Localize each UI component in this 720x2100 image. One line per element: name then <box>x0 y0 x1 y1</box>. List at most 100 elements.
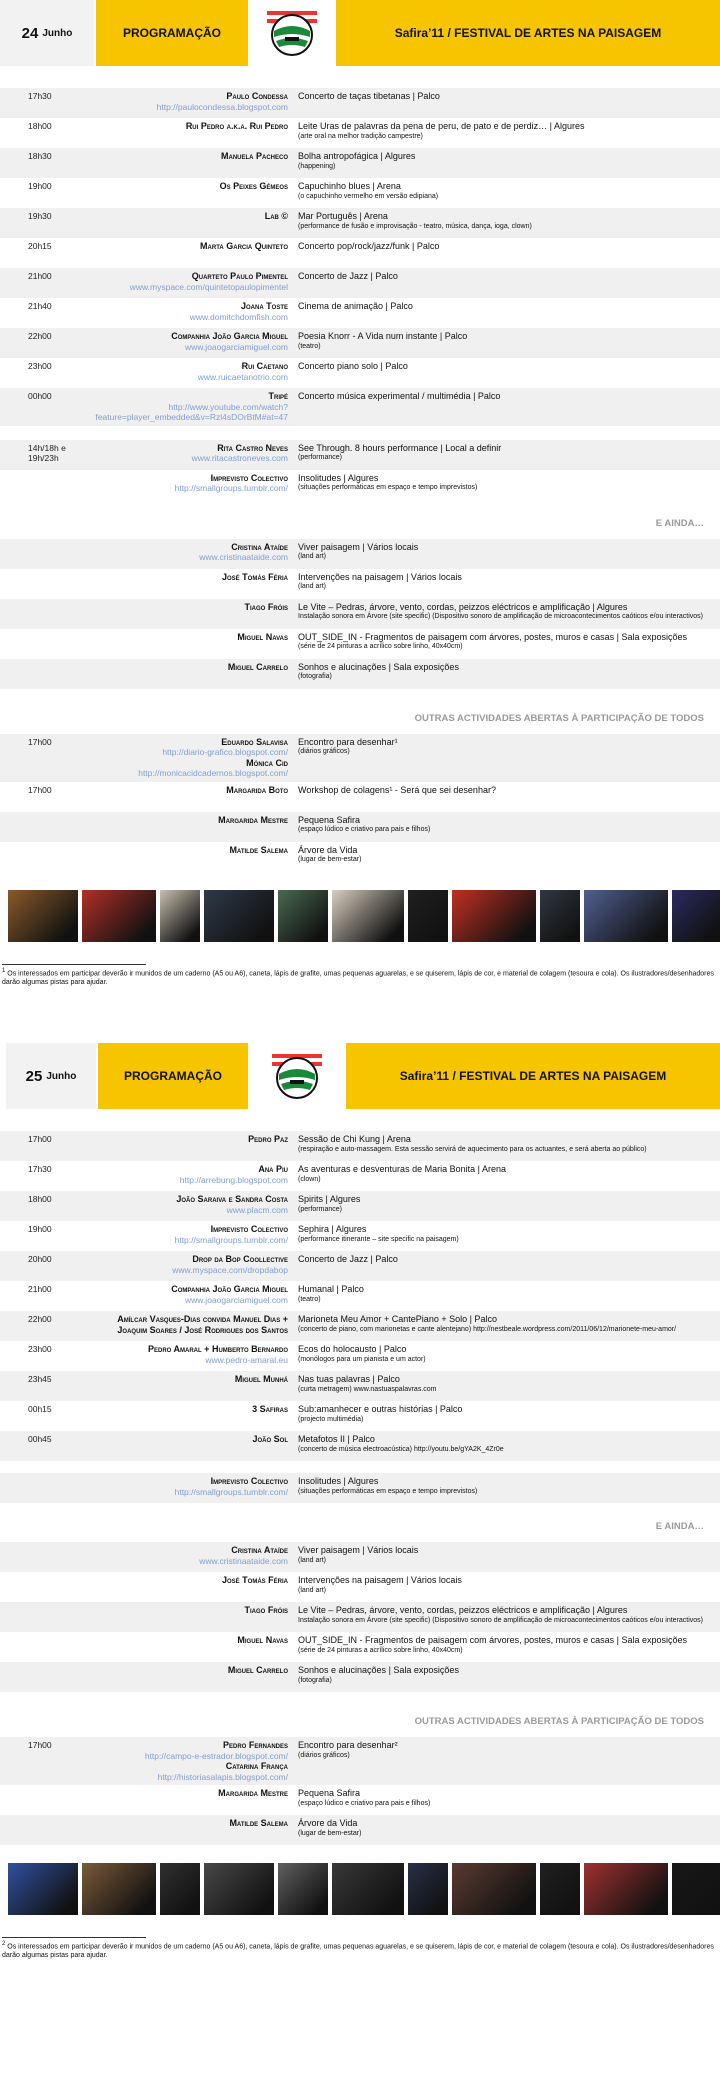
activity-title: See Through. 8 hours performance | Local… <box>298 442 502 453</box>
activity-cell: Intervenções na paisagem | Vários locais… <box>292 1572 720 1602</box>
time-cell: 21h00 <box>28 271 52 281</box>
performer-link[interactable]: http://smallgroups.tumblr.com/ <box>94 483 288 494</box>
date-month: Junho <box>46 1070 77 1082</box>
footnote-text: Os interessados em participar deverão ir… <box>2 1943 714 1960</box>
schedule-row: 21h40 Joana Toste www.domitchdomfish.com Ci… <box>0 298 720 328</box>
time-cell <box>0 659 94 689</box>
performer-link[interactable]: www.joaogarciamiguel.com <box>94 1295 288 1306</box>
performer-link[interactable]: http://historiasalapis.blogspot.com/ <box>94 1772 288 1783</box>
activity-note: (o capuchinho vermelho em versão edipian… <box>298 192 439 200</box>
performer-link[interactable]: www.ritacastroneves.com <box>94 453 288 464</box>
photo-thumbnail <box>408 889 448 942</box>
performer-link[interactable]: http://campo-e-estrador.blogspot.com/ <box>94 1751 288 1762</box>
performer-link[interactable]: www.myspace.com/dropdabop <box>94 1265 288 1276</box>
activity-cell: Sephira | Algures (performance itinerante… <box>292 1221 720 1251</box>
schedule-row: 00h00 Tripé http://www.youtube.com/watch?f… <box>0 388 720 426</box>
time-cell: 17h00 <box>28 1134 52 1144</box>
activity-cell: Mar Português | Arena (performance de fus… <box>292 208 720 238</box>
time-cell: 22h00 <box>28 331 52 341</box>
performer-cell: Rui Caetano www.ruicaetanotrio.com <box>94 358 292 388</box>
performer-link[interactable]: http://diario-grafico.blogspot.com/ <box>94 747 288 758</box>
activity-note: (land art) <box>298 583 327 590</box>
performer-name: Matilde Salema <box>229 1818 288 1828</box>
time-cell <box>0 1632 94 1662</box>
activity-note: (land art) <box>298 1556 327 1564</box>
time-cell: 23h00 <box>28 361 52 371</box>
performer-name: Cristina Ataíde <box>231 1545 288 1555</box>
performer-link[interactable]: http://smallgroups.tumblr.com/ <box>94 1235 288 1246</box>
activity-cell: Cinema de animação | Palco <box>292 298 720 328</box>
performer-cell: Tiago Fróis <box>94 1602 292 1632</box>
performer-link[interactable]: www.myspace.com/quintetopaulopimentel <box>94 282 288 293</box>
performer-link[interactable]: http://www.youtube.com/watch?feature=pla… <box>94 402 288 423</box>
schedule-row: 19h00 Imprevisto Colectivo http://smallgro… <box>0 1221 720 1251</box>
performer-name: Rui Pedro a.k.a. Rui Pedro <box>185 121 288 131</box>
schedule-row: Margarida Mestre Pequena Safira (espaço lú… <box>0 811 720 842</box>
activity-cell: Viver paisagem | Vários locais (land art) <box>292 1542 720 1572</box>
performer-cell: Miguel Munhá <box>94 1371 292 1401</box>
activity-title: Concerto de Jazz | Palco <box>298 271 398 281</box>
festival-logo <box>250 0 334 66</box>
schedule-row: 17h00 Eduardo Salavisa http://diario-grafi… <box>0 733 720 782</box>
performer-link[interactable]: www.pedro-amaral.eu <box>94 1355 288 1366</box>
performer-cell: Miguel Navas <box>94 629 292 659</box>
performer-name: Joana Toste <box>240 301 288 311</box>
performer-cell: João Saraiva e Sandra Costa www.placm.com <box>94 1191 292 1221</box>
performer-link[interactable]: www.ruicaetanotrio.com <box>94 372 288 383</box>
festival-logo-icon <box>272 1054 322 1099</box>
photo-thumbnail <box>278 889 328 942</box>
activity-note: (série de 24 pinturas a acrílico sobre l… <box>298 643 463 650</box>
performer-name: Lab © <box>264 211 288 221</box>
activity-cell: Marioneta Meu Amor + CantePiano + Solo |… <box>292 1311 720 1341</box>
schedule-row: 19h30 Lab © Mar Português | Arena (performa… <box>0 208 720 238</box>
activity-title: Viver paisagem | Vários locais <box>298 1545 419 1555</box>
photo-thumbnail <box>540 889 580 942</box>
schedule-row: 23h45 Miguel Munhá Nas tuas palavras | Pal… <box>0 1371 720 1401</box>
time-cell: 19h30 <box>28 211 52 221</box>
activity-note: (fotografia) <box>298 1676 332 1684</box>
performer-name: Imprevisto Colectivo <box>210 1224 288 1234</box>
programacao-label: PROGRAMAÇÃO <box>96 0 248 66</box>
photo-thumbnail <box>584 889 668 942</box>
performer-cell: Matilde Salema <box>94 842 292 872</box>
performer-cell: Manuela Pacheco <box>94 148 292 178</box>
performer-link[interactable]: http://paulocondessa.blogspot.com <box>94 102 288 113</box>
schedule-row: Miguel Carrelo Sonhos e alucinações | Sal… <box>0 1662 720 1692</box>
activity-title: Árvore da Vida <box>298 1818 358 1828</box>
performer-cell: Companhia João Garcia Miguel www.joaogarc… <box>94 328 292 358</box>
day-header: 25 Junho PROGRAMAÇÃO Safira’11 / FESTIVA… <box>0 1043 720 1109</box>
performer-link[interactable]: www.joaogarciamiguel.com <box>94 342 288 353</box>
performer-link[interactable]: http://monicacidcadernos.blogspot.com/ <box>94 768 288 779</box>
time-cell <box>0 539 94 569</box>
activity-title: Encontro para desenhar¹ <box>298 736 398 747</box>
performer-link[interactable]: http://smallgroups.tumblr.com/ <box>94 1487 288 1498</box>
date-box: 24 Junho <box>0 0 94 66</box>
activity-cell: Pequena Safira (espaço lúdico e criativo … <box>292 1785 720 1815</box>
photo-strip <box>0 889 720 942</box>
schedule-row: 00h45 João Sol Metafotos II | Palco (concer… <box>0 1431 720 1461</box>
schedule-row: Imprevisto Colectivo http://smallgroups.t… <box>0 470 720 500</box>
performer-link[interactable]: http://arrebung.blogspot.com <box>94 1175 288 1186</box>
time-cell <box>0 599 94 629</box>
performer-cell: José Tomás Féria <box>94 1572 292 1602</box>
time-cell <box>0 1815 94 1845</box>
performer-link[interactable]: www.cristinaataide.com <box>94 1556 288 1567</box>
performer-cell: Miguel Navas <box>94 1632 292 1662</box>
performer-name: Quarteto Paulo Pimentel <box>191 271 288 281</box>
performer-link[interactable]: www.domitchdomfish.com <box>94 312 288 323</box>
activity-cell: OUT_SIDE_IN - Fragmentos de paisagem com… <box>292 1632 720 1662</box>
activity-title: Concerto de Jazz | Palco <box>298 1254 398 1264</box>
time-cell: 17h00 <box>28 736 52 747</box>
performer-cell: Miguel Carrelo <box>94 1662 292 1692</box>
activity-cell: Capuchinho blues | Arena (o capuchinho ve… <box>292 178 720 208</box>
time-cell: 17h30 <box>28 1164 52 1174</box>
activity-title: Mar Português | Arena <box>298 211 388 221</box>
time-cell: 19h00 <box>28 1224 52 1234</box>
performer-cell: Cristina Ataíde www.cristinaataide.com <box>94 1542 292 1572</box>
activity-note: (espaço lúdico e criativo para pais e fi… <box>298 826 431 833</box>
schedule-row: Matilde Salema Árvore da Vida (lugar de be… <box>0 842 720 872</box>
performer-link[interactable]: www.cristinaataide.com <box>94 552 288 563</box>
performer-cell: Tiago Fróis <box>94 599 292 629</box>
activity-cell: Encontro para desenhar² (diários gráficos… <box>292 1737 720 1785</box>
performer-link[interactable]: www.placm.com <box>94 1205 288 1216</box>
